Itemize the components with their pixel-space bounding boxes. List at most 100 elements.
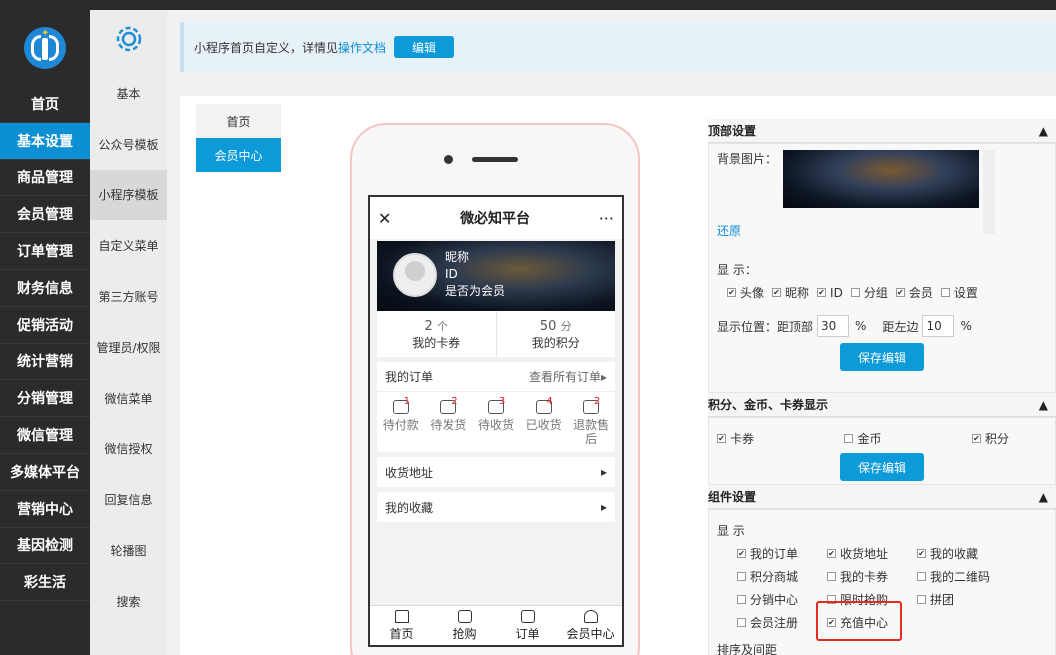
subbar-item[interactable]: 管理员/权限 (90, 322, 167, 373)
edit-button[interactable]: 编辑 (394, 36, 455, 58)
view-all-orders-link[interactable]: 查看所有订单▸ (529, 368, 607, 385)
order-status-item[interactable]: 1 待付款 (377, 396, 425, 446)
subbar-item[interactable]: 小程序模板 (90, 169, 167, 221)
checkbox-option[interactable]: ✔ 我的收藏 (917, 545, 1019, 562)
sidebar-item[interactable]: 订单管理 (0, 233, 90, 270)
stat-points[interactable]: 50 分 我的积分 (497, 311, 616, 357)
stat-coupons[interactable]: 2 个 我的卡券 (377, 311, 497, 357)
checkbox[interactable]: ✔ (737, 549, 746, 558)
checkbox[interactable] (917, 595, 926, 604)
checkbox-option[interactable]: 我的二维码 (917, 568, 1019, 585)
checkbox-option[interactable]: ✔ 会员 (895, 284, 933, 301)
subbar-item[interactable]: 轮播图 (90, 525, 167, 576)
checkbox[interactable] (737, 572, 746, 581)
sidebar-item[interactable]: 分销管理 (0, 380, 90, 418)
orders-title: 我的订单 (385, 370, 434, 384)
subbar-item[interactable]: 基本 (90, 68, 167, 119)
sidebar-item[interactable]: 营销中心 (0, 491, 90, 528)
top-strip (0, 0, 1056, 10)
tab-member-center[interactable]: 会员中心 (196, 138, 281, 172)
bg-image-preview[interactable] (783, 150, 980, 208)
top-settings-header[interactable]: 顶部设置 ▲ (708, 119, 1056, 143)
sidebar-item[interactable]: 基本设置 (0, 122, 90, 160)
order-status-item[interactable]: 2 待发货 (425, 396, 473, 446)
checkbox[interactable]: ✔ (895, 288, 905, 297)
checkbox-option[interactable]: ✔ 昵称 (772, 284, 809, 301)
tab-home[interactable]: 首页 (196, 104, 281, 138)
points-header[interactable]: 积分、金币、卡券显示 ▲ (708, 393, 1056, 417)
order-status-item[interactable]: 4 已收货 (520, 396, 568, 446)
checkbox-option[interactable]: 我的卡券 (827, 568, 909, 585)
orders-section: 我的订单 查看所有订单▸ 1 待付款 2 待发货 3 待收货 4 已收货 2 退款售后 (377, 362, 615, 452)
checkbox[interactable]: ✔ (817, 288, 827, 297)
sidebar-item[interactable]: 微信管理 (0, 417, 90, 454)
sidebar-item[interactable]: 统计营销 (0, 344, 90, 381)
phone-screen: ✕ 微必知平台 ··· 昵称 ID 是否为会员 2 个 我的卡券 50 分 我的… (368, 195, 624, 647)
checkbox[interactable] (850, 288, 860, 297)
checkbox[interactable] (940, 288, 950, 297)
sidebar-item[interactable]: 促销活动 (0, 307, 90, 344)
top-offset-input[interactable]: 30 (817, 315, 850, 337)
save-points-button[interactable]: 保存编辑 (840, 453, 924, 481)
checkbox[interactable] (737, 595, 746, 604)
order-status-item[interactable]: 2 退款售后 (567, 396, 615, 446)
subbar-item[interactable]: 搜索 (90, 576, 167, 627)
left-offset-input[interactable]: 10 (922, 315, 955, 337)
checkbox[interactable]: ✔ (827, 549, 836, 558)
checkbox[interactable]: ✔ (727, 288, 736, 297)
checkbox[interactable] (844, 434, 854, 443)
sidebar-item[interactable]: 商品管理 (0, 160, 90, 197)
checkbox-option[interactable]: 设置 (940, 284, 978, 301)
subbar-item[interactable]: 公众号模板 (90, 119, 167, 170)
menu-favorites[interactable]: 我的收藏 ▸ (377, 492, 615, 522)
tabbar-orders[interactable]: 订单 (496, 606, 559, 645)
sidebar-item[interactable]: 首页 (0, 86, 90, 123)
sidebar-item[interactable]: 财务信息 (0, 270, 90, 307)
checkbox-option[interactable]: 拼团 (917, 591, 1019, 608)
sidebar-item[interactable]: 多媒体平台 (0, 454, 90, 491)
chevron-right-icon: ▸ (600, 500, 607, 514)
sort-spacing-label: 排序及间距 (717, 643, 778, 655)
subbar-item[interactable]: 微信菜单 (90, 373, 167, 424)
subbar-item[interactable]: 微信授权 (90, 424, 167, 475)
checkbox-option[interactable]: 积分商城 (737, 568, 819, 585)
docs-link[interactable]: 操作文档 (338, 39, 386, 56)
subbar-item[interactable]: 回复信息 (90, 474, 167, 525)
close-icon[interactable]: ✕ (378, 209, 391, 228)
checkbox[interactable] (917, 572, 926, 581)
sidebar-item[interactable]: 彩生活 (0, 564, 90, 602)
tabbar-home[interactable]: 首页 (370, 606, 433, 645)
components-header[interactable]: 组件设置 ▲ (708, 485, 1056, 509)
checkbox-option[interactable]: ✔ 卡券 (717, 430, 754, 447)
subbar-item[interactable]: 自定义菜单 (90, 220, 167, 271)
checkbox-option[interactable]: ✔ 头像 (727, 284, 764, 301)
checkbox-option[interactable]: ✔ 我的订单 (737, 545, 819, 562)
sidebar-item[interactable]: 会员管理 (0, 196, 90, 234)
checkbox-option[interactable]: 会员注册 (737, 614, 819, 631)
checkbox-option[interactable]: 分组 (850, 284, 888, 301)
sidebar-item[interactable]: 基因检测 (0, 528, 90, 565)
checkbox-option[interactable]: 金币 (844, 430, 882, 447)
more-icon[interactable]: ··· (599, 209, 614, 228)
subbar-item[interactable]: 第三方账号 (90, 271, 167, 322)
notice-text: 小程序首页自定义，详情见 (194, 40, 339, 55)
checkbox[interactable]: ✔ (772, 288, 782, 297)
collapse-icon: ▲ (1038, 123, 1048, 138)
tabbar-member[interactable]: 会员中心 (559, 606, 622, 645)
checkbox[interactable]: ✔ (717, 434, 726, 443)
gear-icon[interactable] (90, 10, 167, 68)
checkbox-option[interactable]: ✔ 积分 (971, 430, 1009, 447)
checkbox[interactable] (827, 572, 836, 581)
tabbar-flash-sale[interactable]: 抢购 (433, 606, 496, 645)
checkbox-option[interactable]: ✔ ID (817, 286, 843, 300)
order-status-item[interactable]: 3 待收货 (472, 396, 520, 446)
save-top-button[interactable]: 保存编辑 (840, 343, 924, 371)
config-column: 顶部设置 ▲ 背景图片： 还原 显 示： ✔ 头像 ✔ 昵称 ✔ ID 分组 ✔ 会员 设置 显示位… (708, 119, 1056, 655)
scrollbar[interactable] (983, 150, 996, 234)
checkbox[interactable] (737, 618, 746, 627)
checkbox[interactable]: ✔ (917, 549, 926, 558)
checkbox-option[interactable]: ✔ 收货地址 (827, 545, 909, 562)
checkbox[interactable]: ✔ (971, 434, 981, 443)
checkbox-option[interactable]: 分销中心 (737, 591, 819, 608)
menu-address[interactable]: 收货地址 ▸ (377, 457, 615, 487)
